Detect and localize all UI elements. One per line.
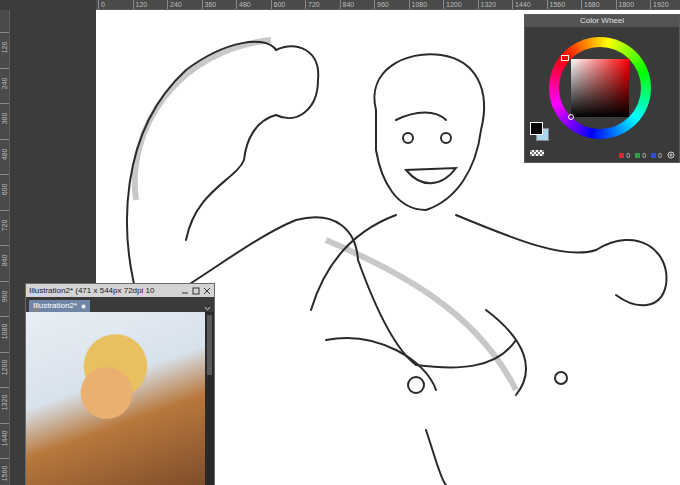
window-buttons	[181, 287, 211, 295]
ruler-label: 960	[0, 281, 9, 317]
ruler-label: 120	[133, 0, 168, 9]
ruler-label: 1680	[581, 0, 616, 9]
saturation-value-square[interactable]	[571, 59, 629, 117]
ruler-label: 1200	[0, 352, 9, 388]
window-title: Illustration2* (471 x 544px 72dpi 10	[29, 286, 177, 295]
ruler-label: 840	[340, 0, 375, 9]
ruler-label: 240	[0, 68, 9, 104]
swatch-area	[525, 27, 549, 148]
tab-row: Illustration2*	[26, 297, 214, 312]
wheel-area	[549, 27, 679, 148]
title-bar[interactable]: Illustration2* (471 x 544px 72dpi 10	[26, 284, 214, 297]
ruler-label: 1200	[443, 0, 478, 9]
channel-dot	[635, 153, 640, 158]
panel-body: 000	[525, 27, 679, 162]
chevron-down-icon[interactable]	[204, 305, 211, 312]
color-swatches	[530, 122, 549, 142]
ruler-label: 120	[0, 32, 9, 68]
readout-value: 0	[619, 152, 630, 159]
readout-value: 0	[651, 152, 662, 159]
settings-icon[interactable]	[667, 151, 675, 159]
ruler-label: 1560	[547, 0, 582, 9]
ruler-label: 720	[0, 210, 9, 246]
ruler-label: 1320	[0, 387, 9, 423]
close-icon[interactable]	[203, 287, 211, 295]
reference-illustration	[26, 312, 205, 485]
channel-dot	[651, 153, 656, 158]
rgb-readout: 000	[549, 148, 679, 162]
ruler-label: 720	[305, 0, 340, 9]
ring-hole	[559, 47, 641, 129]
ruler-label: 360	[0, 103, 9, 139]
ruler-label: 960	[374, 0, 409, 9]
hue-marker[interactable]	[561, 55, 569, 61]
ruler-label: 1320	[478, 0, 513, 9]
ruler-label: 1440	[512, 0, 547, 9]
document-tab[interactable]: Illustration2*	[29, 300, 90, 312]
top-ruler: 0120240360480600720840960108012001320144…	[96, 0, 680, 10]
sub-view-window[interactable]: Illustration2* (471 x 544px 72dpi 10 Illu…	[25, 283, 215, 485]
ruler-label: 1440	[0, 423, 9, 459]
maximize-icon[interactable]	[192, 287, 200, 295]
ruler-label: 1080	[409, 0, 444, 9]
channel-dot	[619, 153, 624, 158]
scroll-thumb[interactable]	[207, 315, 212, 375]
ruler-label: 480	[0, 139, 9, 175]
readout-value: 0	[635, 152, 646, 159]
app-window: 0120240360480600720840960108012001320144…	[0, 0, 680, 485]
ruler-label: 1080	[0, 316, 9, 352]
main-color-swatch[interactable]	[530, 122, 543, 135]
ruler-label: 1800	[616, 0, 651, 9]
scrollbar[interactable]	[205, 312, 214, 485]
view-area	[26, 312, 214, 485]
sv-marker[interactable]	[568, 114, 574, 120]
transparent-swatch[interactable]	[530, 150, 544, 156]
minimize-icon[interactable]	[181, 287, 189, 295]
ruler-label: 600	[271, 0, 306, 9]
tab-pin-icon[interactable]	[81, 304, 86, 309]
left-ruler: 1202403604806007208409601080120013201440…	[0, 10, 10, 485]
color-wheel-panel[interactable]: Color Wheel000	[524, 14, 680, 163]
ruler-corner	[0, 0, 96, 10]
ruler-label: 480	[236, 0, 271, 9]
ruler-label: 840	[0, 245, 9, 281]
ruler-label: 240	[167, 0, 202, 9]
ruler-label: 1560	[0, 458, 9, 485]
panel-title: Color Wheel	[525, 15, 679, 27]
hue-ring[interactable]	[549, 37, 651, 139]
ruler-label: 0	[98, 0, 133, 9]
ruler-label: 600	[0, 174, 9, 210]
ruler-label: 360	[202, 0, 237, 9]
ruler-label: 1920	[650, 0, 680, 9]
